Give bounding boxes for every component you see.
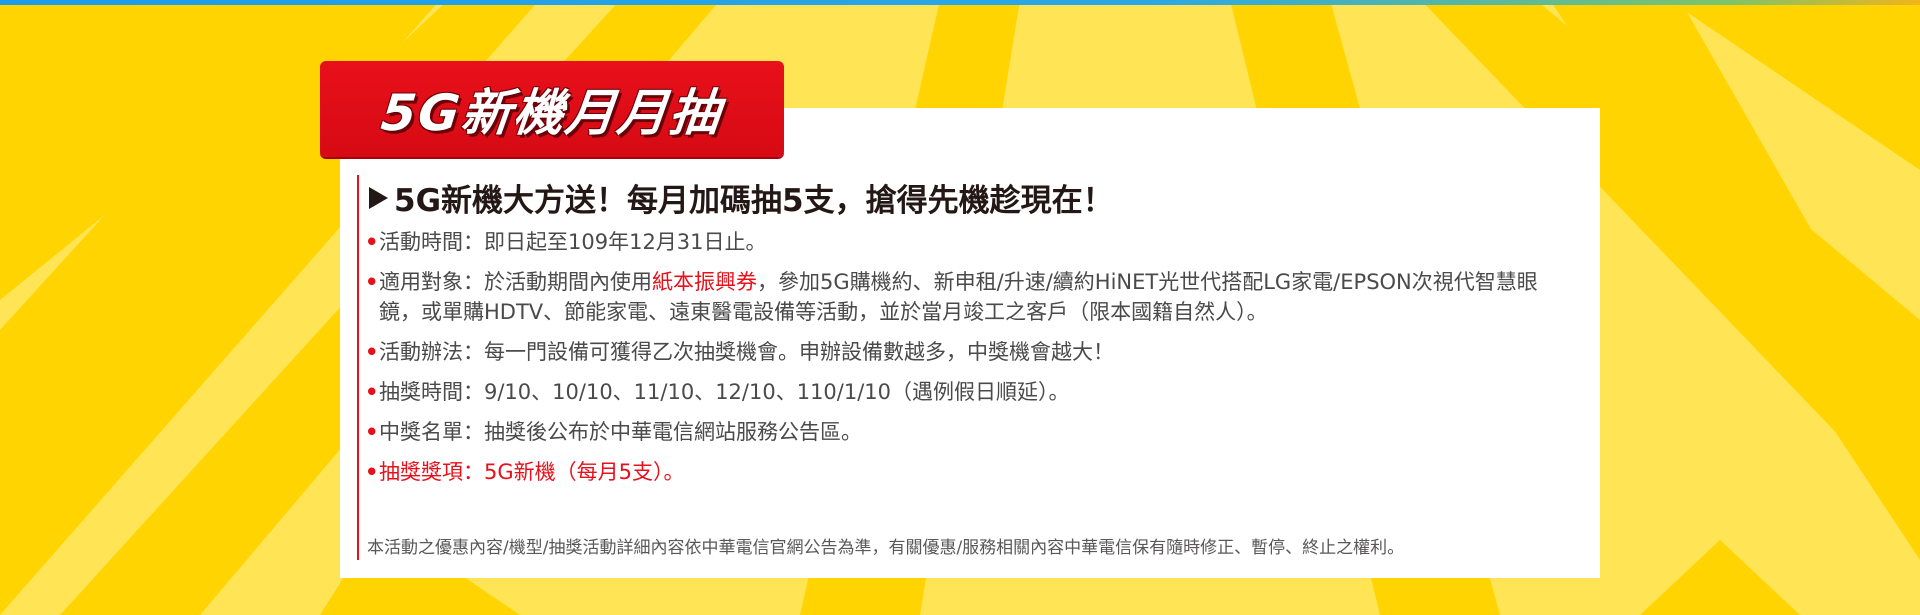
item-text: 中獎名單：抽獎後公布於中華電信網站服務公告區。 xyxy=(379,420,862,444)
bullet-icon: • xyxy=(365,270,379,294)
item-text: 活動辦法：每一門設備可獲得乙次抽獎機會。申辦設備數越多，中獎機會越大！ xyxy=(379,340,1114,364)
item-text: 抽獎時間：9/10、10/10、11/10、12/10、110/1/10（遇例假… xyxy=(379,380,1070,404)
banner-title: 5G新機月月抽 xyxy=(378,84,725,142)
headline: 5G新機大方送！每月加碼抽5支，搶得先機趁現在！ xyxy=(369,175,1114,220)
headline-text: 5G新機大方送！每月加碼抽5支，搶得先機趁現在！ xyxy=(394,183,1114,219)
title-banner: 5G新機月月抽 xyxy=(320,61,784,157)
bullet-icon: • xyxy=(365,230,379,254)
disclaimer-footnote: 本活動之優惠內容/機型/抽獎活動詳細內容依中華電信官網公告為準，有關優惠/服務相… xyxy=(367,538,1405,558)
campaign-details: 5G新機大方送！每月加碼抽5支，搶得先機趁現在！ • 活動時間：即日起至109年… xyxy=(357,175,1579,560)
list-item-winners: • 中獎名單：抽獎後公布於中華電信網站服務公告區。 xyxy=(365,417,1575,447)
item-text: 活動時間：即日起至109年12月31日止。 xyxy=(379,230,767,254)
triangle-right-icon xyxy=(369,186,388,209)
list-item-draw-dates: • 抽獎時間：9/10、10/10、11/10、12/10、110/1/10（遇… xyxy=(365,377,1575,407)
bullet-icon: • xyxy=(365,380,379,404)
list-item-method: • 活動辦法：每一門設備可獲得乙次抽獎機會。申辦設備數越多，中獎機會越大！ xyxy=(365,337,1575,367)
top-gradient-bar xyxy=(0,0,1920,5)
campaign-rules-list: • 活動時間：即日起至109年12月31日止。 • 適用對象：於活動期間內使用紙… xyxy=(365,227,1575,497)
bullet-icon: • xyxy=(365,340,379,364)
item-text: 抽獎獎項：5G新機（每月5支）。 xyxy=(379,460,685,484)
bullet-icon: • xyxy=(365,460,379,484)
item-text-pre: 適用對象：於活動期間內使用 xyxy=(379,270,652,294)
list-item-period: • 活動時間：即日起至109年12月31日止。 xyxy=(365,227,1575,257)
item-highlight: 紙本振興券 xyxy=(652,270,757,294)
bullet-icon: • xyxy=(365,420,379,444)
list-item-prizes: • 抽獎獎項：5G新機（每月5支）。 xyxy=(365,457,1575,487)
list-item-eligibility: • 適用對象：於活動期間內使用紙本振興券，參加5G購機約、新申租/升速/續約Hi… xyxy=(365,267,1575,327)
